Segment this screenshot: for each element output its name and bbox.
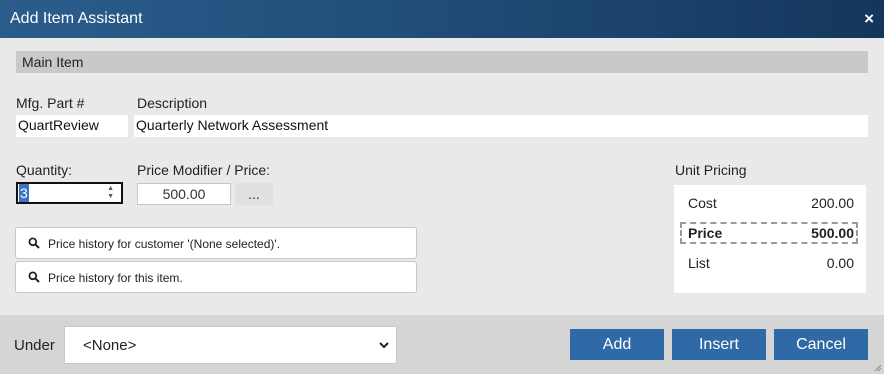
- resize-grip-icon[interactable]: [872, 362, 882, 372]
- close-icon[interactable]: ×: [864, 9, 874, 29]
- part-number-label: Mfg. Part #: [16, 95, 85, 111]
- price-row-label: Price: [688, 225, 723, 241]
- quantity-value: 3: [19, 184, 29, 202]
- customer-price-history-label: Price history for customer '(None select…: [48, 237, 280, 251]
- description-label: Description: [137, 95, 208, 111]
- unit-pricing-row-price[interactable]: Price 500.00: [680, 222, 858, 244]
- search-icon: [28, 271, 40, 283]
- unit-pricing-row-list[interactable]: List 0.00: [680, 252, 858, 274]
- price-row-value: 500.00: [811, 225, 854, 241]
- price-more-button[interactable]: ...: [235, 183, 273, 205]
- item-price-history-button[interactable]: Price history for this item.: [15, 261, 417, 293]
- cost-label: Cost: [688, 195, 717, 211]
- cost-value: 200.00: [811, 195, 854, 211]
- price-field[interactable]: 500.00: [137, 183, 231, 205]
- footer-bar: Under <None> Add Insert Cancel: [0, 315, 884, 374]
- part-number-field[interactable]: QuartReview: [16, 115, 128, 137]
- list-label: List: [688, 255, 710, 271]
- unit-pricing-title: Unit Pricing: [675, 162, 747, 178]
- chevron-down-icon: [379, 342, 389, 349]
- customer-price-history-button[interactable]: Price history for customer '(None select…: [15, 227, 417, 259]
- window-title: Add Item Assistant: [10, 10, 143, 27]
- section-header: Main Item: [16, 51, 868, 73]
- add-button[interactable]: Add: [570, 329, 664, 360]
- cancel-button[interactable]: Cancel: [774, 329, 868, 360]
- quantity-stepper[interactable]: 3 ▲ ▼: [16, 182, 123, 204]
- list-value: 0.00: [826, 255, 854, 271]
- unit-pricing-row-cost[interactable]: Cost 200.00: [680, 192, 858, 214]
- quantity-label: Quantity:: [16, 162, 73, 178]
- under-select[interactable]: <None>: [64, 326, 397, 364]
- description-field[interactable]: Quarterly Network Assessment: [134, 115, 868, 137]
- under-label: Under: [14, 337, 55, 354]
- search-icon: [28, 237, 40, 249]
- unit-pricing-panel: Cost 200.00 Price 500.00 List 0.00: [674, 185, 866, 293]
- section-title: Main Item: [22, 54, 84, 70]
- under-select-value: <None>: [83, 337, 137, 354]
- title-bar: Add Item Assistant ×: [0, 0, 884, 38]
- price-label: Price Modifier / Price:: [137, 162, 271, 178]
- spinner-arrows-icon[interactable]: ▲ ▼: [107, 185, 114, 201]
- item-price-history-label: Price history for this item.: [48, 271, 183, 285]
- insert-button[interactable]: Insert: [672, 329, 766, 360]
